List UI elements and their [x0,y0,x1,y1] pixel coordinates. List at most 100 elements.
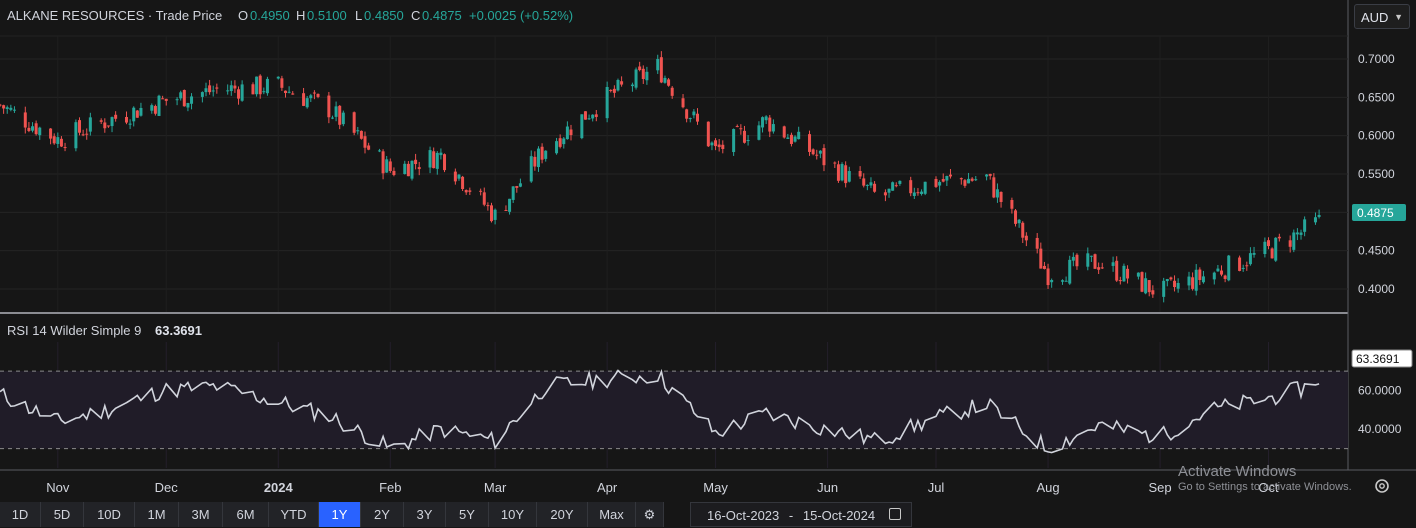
candle-body [381,151,385,174]
candle-body [110,117,114,127]
range-button-6m[interactable]: 6M [223,502,269,527]
candle-body [587,118,591,120]
range-settings-icon[interactable]: ⚙ [636,502,664,527]
candle-body [1317,215,1321,217]
range-button-20y[interactable]: 20Y [537,502,588,527]
candle-body [757,125,761,140]
watermark-line1: Activate Windows [1178,463,1297,480]
candle-body [1093,254,1097,269]
candle-body [226,90,230,92]
time-tick-label: Mar [484,480,507,495]
price-tick-label: 0.7000 [1358,52,1395,66]
candle-body [179,92,183,99]
currency-select[interactable]: AUD ▼ [1354,4,1410,29]
candle-body [153,106,157,114]
range-button-1m[interactable]: 1M [135,502,179,527]
range-button-3m[interactable]: 3M [179,502,223,527]
candle-body [1176,283,1180,289]
candle-body [316,93,320,97]
candle-body [605,87,609,119]
candle-body [714,140,718,147]
chevron-down-icon: ▼ [1394,12,1403,22]
candle-body [439,152,443,156]
range-button-1d[interactable]: 1D [0,502,41,527]
range-button-5d[interactable]: 5D [41,502,84,527]
candle-body [330,117,334,119]
candle-body [461,176,465,189]
candle-body [1165,279,1169,282]
candle-body [186,103,190,108]
candle-body [840,164,844,181]
rsi-tick-label: 60.0000 [1358,383,1402,397]
candle-body [873,183,877,192]
range-button-3y[interactable]: 3Y [404,502,446,527]
candle-body [190,96,194,104]
candle-body [1122,265,1126,282]
candle-body [182,90,186,107]
candle-body [38,127,42,136]
range-button-2y[interactable]: 2Y [361,502,404,527]
candle-body [1270,248,1274,259]
candle-body [833,162,837,164]
candle-body [609,89,613,91]
candle-body [1136,272,1140,277]
candle-body [1288,240,1292,247]
time-tick-label: Aug [1036,480,1059,495]
range-button-10d[interactable]: 10D [84,502,135,527]
candle-body [161,98,165,100]
candle-body [52,136,56,144]
candle-body [265,78,269,94]
candle-body [363,136,367,148]
candle-body [88,117,92,132]
candle-body [334,106,338,117]
range-button-max[interactable]: Max [588,502,636,527]
candle-body [912,192,916,196]
candle-body [262,91,266,93]
candle-body [670,87,674,96]
candle-body [518,183,522,187]
candle-body [352,112,356,133]
range-button-1y[interactable]: 1Y [319,502,361,527]
high-value: 0.5100 [307,8,347,23]
candle-body [1021,222,1025,238]
candle-body [81,134,85,136]
candle-body [99,120,103,122]
candle-body [562,138,566,145]
candle-body [312,92,316,94]
candle-body [742,130,746,143]
candle-body [128,123,132,125]
candle-body [894,185,898,187]
candle-body [797,131,801,140]
range-button-10y[interactable]: 10Y [489,502,537,527]
candle-body [284,90,288,94]
candle-body [1100,267,1104,269]
candle-body [634,69,638,88]
candle-body [410,160,414,179]
candle-body [1245,265,1249,267]
candle-body [844,165,848,184]
date-range-picker[interactable]: 16-Oct-2023 - 15-Oct-2024 [690,502,912,527]
candle-body [1050,280,1054,283]
candle-body [1169,277,1173,280]
candle-body [985,174,989,177]
range-button-5y[interactable]: 5Y [446,502,489,527]
candle-body [1071,256,1075,261]
candle-body [1147,280,1151,293]
candle-body [1017,219,1021,224]
candle-body [403,163,407,175]
range-button-ytd[interactable]: YTD [269,502,319,527]
candle-body [663,77,667,83]
candle-body [276,76,280,79]
candle-body [27,127,31,131]
candle-body [468,190,472,192]
candle-body [544,150,548,159]
candle-body [685,109,689,119]
candle-body [1223,275,1227,279]
candle-body [457,174,461,179]
candle-body [309,95,313,99]
candle-body [443,154,447,171]
candle-body [59,138,63,147]
candle-body [808,134,812,152]
settings-gear-icon[interactable] [1373,477,1391,495]
rsi-label: RSI 14 Wilder Simple 9 [7,323,141,338]
